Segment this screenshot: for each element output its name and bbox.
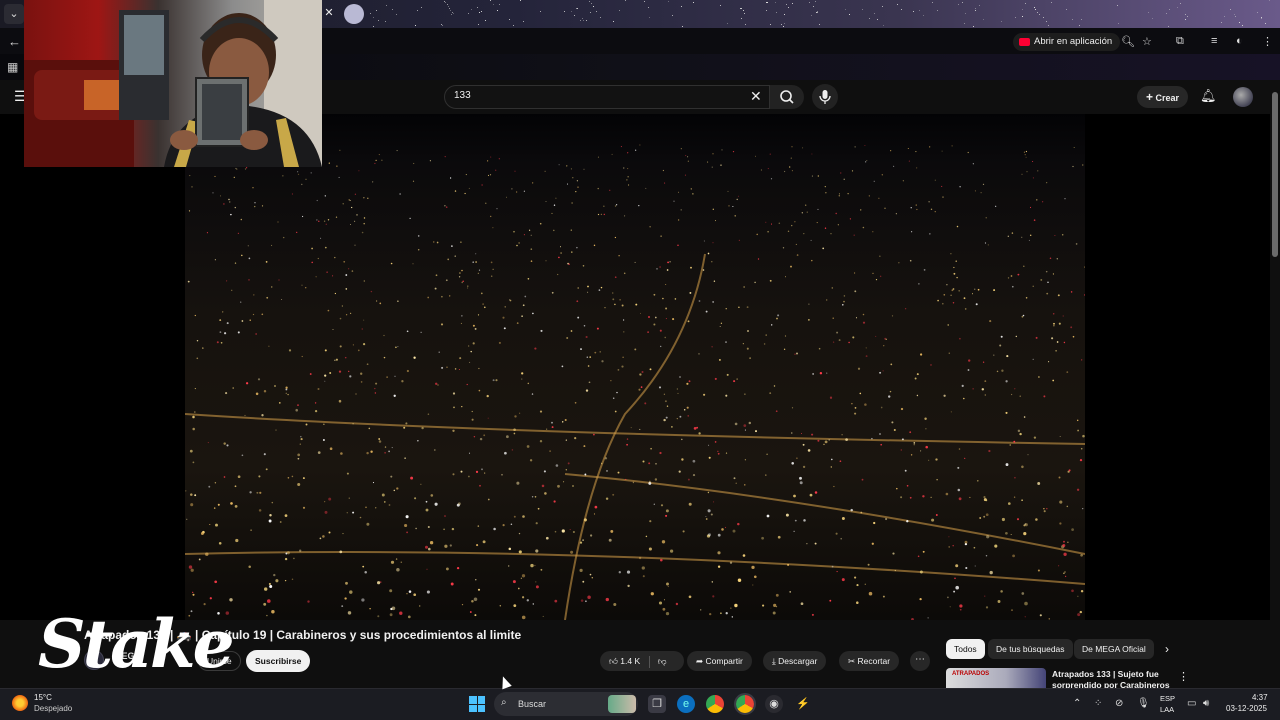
show-hidden-icons-chevron[interactable]: ⌃ (1073, 698, 1081, 709)
close-tab-icon[interactable]: ✕ (322, 6, 336, 20)
chrome-icon[interactable] (706, 695, 724, 713)
apps-grid-icon[interactable]: ▦ (7, 60, 18, 74)
bookmark-star-icon[interactable]: ☆ (1142, 35, 1152, 48)
search-button[interactable] (770, 85, 804, 109)
dislike-button[interactable]: 👎︎ (658, 656, 667, 666)
clock-date[interactable]: 03-12-2025 (1226, 704, 1267, 713)
windows-taskbar (0, 688, 1280, 720)
extensions-icon[interactable]: ⧉ (1176, 35, 1184, 48)
clip-label: Recortar (857, 656, 891, 666)
like-dislike-group: 👍︎ 1.4 K 👎︎ (600, 651, 684, 671)
chevron-right-icon[interactable]: › (1165, 642, 1169, 656)
microphone-icon (819, 90, 831, 104)
microphone-tray-icon[interactable]: 🎙︎ (1137, 698, 1150, 709)
back-arrow-icon[interactable]: ← (8, 34, 21, 49)
thumbs-up-icon: 👍︎ (609, 656, 618, 666)
tray-app-icon[interactable]: ⁘ (1094, 698, 1102, 709)
display-icon[interactable]: ▭ (1187, 698, 1196, 709)
profile-icon[interactable]: ◐ (1236, 35, 1243, 47)
share-button[interactable]: ➦ Compartir (687, 651, 752, 671)
scrollbar-thumb[interactable] (1272, 92, 1278, 257)
volume-icon[interactable]: 🔊︎ (1203, 698, 1209, 709)
like-count: 1.4 K (620, 656, 641, 666)
notifications-bell-icon[interactable]: 🔔︎ (1200, 88, 1217, 104)
language-indicator-line2[interactable]: LAA (1160, 705, 1174, 714)
chrome-active-icon[interactable] (734, 693, 756, 715)
task-view-icon[interactable]: ❐ (648, 695, 666, 713)
webcam-person-image (24, 0, 322, 167)
chip-all[interactable]: Todos (946, 639, 985, 659)
account-avatar[interactable] (1233, 87, 1253, 107)
streamer-webcam-overlay (24, 0, 322, 167)
recommended-video-menu-icon[interactable]: ⋮ (1178, 670, 1189, 683)
clip-button[interactable]: ✂ Recortar (839, 651, 900, 671)
weather-sun-icon[interactable] (12, 695, 28, 711)
create-button[interactable]: + Crear (1137, 86, 1189, 108)
share-label: Compartir (705, 656, 743, 666)
search-highlight-icon[interactable] (608, 695, 636, 713)
subscribe-button[interactable]: Suscribirse (246, 650, 311, 672)
scissors-icon: ✂ (848, 656, 856, 666)
language-indicator-line1[interactable]: ESP (1160, 694, 1175, 703)
divider (648, 655, 650, 668)
clear-search-icon[interactable]: ✕ (750, 88, 762, 105)
weather-description[interactable]: Despejado (34, 704, 72, 713)
clock-time[interactable]: 4:37 (1252, 693, 1268, 702)
weather-temperature[interactable]: 15°C (34, 693, 52, 702)
voice-search-button[interactable] (812, 84, 838, 110)
obs-studio-icon[interactable]: ◉ (765, 695, 783, 713)
open-in-app-label: Abrir en aplicación (1034, 36, 1113, 47)
search-icon (780, 90, 794, 104)
search-input[interactable] (444, 85, 770, 109)
stake-logo-word: Stake (38, 605, 235, 683)
thumbnail-text: ATRAPADOS (952, 671, 990, 677)
like-button[interactable]: 👍︎ 1.4 K (609, 656, 640, 666)
plus-icon: + (1146, 90, 1154, 104)
chip-from-your-searches[interactable]: De tus búsquedas (988, 639, 1073, 659)
network-off-icon[interactable]: ⊘ (1115, 698, 1123, 709)
more-actions-button[interactable]: ⋯ (910, 651, 930, 671)
search-icon: ⌕ (501, 697, 507, 708)
tab-search-button[interactable]: ⌄ (4, 4, 24, 24)
open-in-app-button[interactable]: Abrir en aplicación (1013, 33, 1121, 51)
app-pinned-icon[interactable]: ⚡ (794, 695, 812, 713)
browser-menu-icon[interactable]: ⋮ (1262, 35, 1273, 48)
night-city-aerial-frame (185, 144, 1085, 620)
zoom-icon[interactable]: 🔍︎ (1121, 35, 1135, 48)
youtube-icon (1019, 38, 1030, 46)
share-icon: ➦ (696, 656, 704, 666)
windows-start-icon[interactable] (469, 696, 485, 712)
profile-tab-icon[interactable] (344, 4, 364, 24)
download-label: Descargar (778, 656, 818, 666)
search-query-text[interactable]: 133 (454, 90, 471, 101)
reading-list-icon[interactable]: ≡ (1211, 35, 1217, 47)
video-player[interactable] (185, 114, 1085, 620)
download-icon: ⤓ (772, 656, 776, 666)
chip-from-mega[interactable]: De MEGA Oficial (1074, 639, 1154, 659)
edge-browser-icon[interactable]: e (677, 695, 695, 713)
thumbs-down-icon: 👎︎ (657, 656, 667, 666)
download-button[interactable]: ⤓ Descargar (763, 651, 827, 671)
create-label: Crear (1155, 93, 1180, 103)
